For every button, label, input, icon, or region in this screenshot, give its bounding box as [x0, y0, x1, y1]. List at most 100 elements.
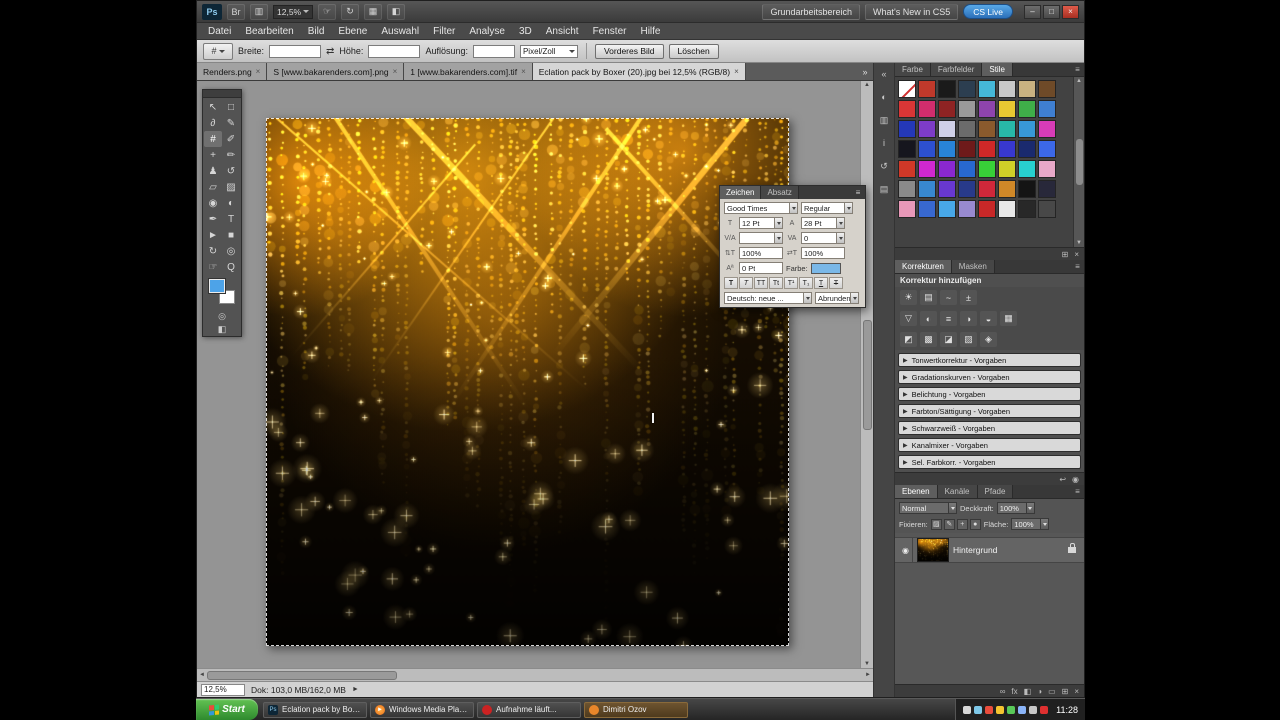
swap-dimensions-icon[interactable]: ⇄ — [326, 46, 334, 57]
scroll-down-icon[interactable]: ▼ — [1076, 240, 1082, 246]
tracking-select[interactable]: 0 — [801, 232, 845, 244]
marquee-tool[interactable]: □ — [222, 99, 240, 115]
preset-kanalmixer-vorgaben[interactable]: ▶Kanalmixer - Vorgaben — [898, 438, 1081, 452]
style-swatch-32[interactable] — [1038, 140, 1056, 158]
strikethrough-button[interactable]: T — [829, 277, 843, 289]
horizontal-scale-field[interactable]: 100% — [801, 247, 845, 259]
task-dimitri-ozov[interactable]: Dimitri Ozov — [584, 702, 688, 718]
workspace-switcher[interactable]: Grundarbeitsbereich — [762, 4, 860, 20]
width-input[interactable] — [269, 45, 321, 58]
lock-position-icon[interactable]: + — [957, 519, 968, 530]
horizontal-scrollbar[interactable]: ◄ ► — [197, 668, 873, 681]
menu-bild[interactable]: Bild — [301, 25, 332, 38]
style-swatch-1[interactable] — [898, 80, 916, 98]
return-arrow-icon[interactable]: ↩ — [1059, 475, 1066, 484]
language-select[interactable]: Deutsch: neue ... — [724, 292, 812, 304]
history-panel-icon[interactable]: ↺ — [876, 159, 892, 173]
panel-toggle-icon[interactable]: ◉ — [1072, 475, 1079, 484]
front-image-button[interactable]: Vorderes Bild — [595, 44, 664, 59]
leading-select[interactable]: 28 Pt — [801, 217, 845, 229]
menu-ebene[interactable]: Ebene — [331, 25, 374, 38]
faux-bold-button[interactable]: T — [724, 277, 738, 289]
style-swatch-45[interactable] — [978, 180, 996, 198]
color-panel-icon[interactable]: ◐ — [876, 90, 892, 104]
style-swatch-21[interactable] — [978, 120, 996, 138]
vertical-scale-field[interactable]: 100% — [739, 247, 783, 259]
preset-schwarzweiß-vorgaben[interactable]: ▶Schwarzweiß - Vorgaben — [898, 421, 1081, 435]
tab-ebenen[interactable]: Ebenen — [895, 485, 938, 498]
style-swatch-17[interactable] — [898, 120, 916, 138]
fill-field[interactable]: 100% — [1011, 518, 1049, 530]
clone-stamp-tool[interactable]: ♟ — [204, 163, 222, 179]
menu-fenster[interactable]: Fenster — [586, 25, 634, 38]
blend-mode-select[interactable]: Normal — [899, 502, 957, 514]
layer-visibility-icon[interactable]: ◉ — [899, 538, 913, 562]
invert-icon[interactable]: ◩ — [900, 332, 917, 347]
tray-update-icon[interactable] — [996, 706, 1004, 714]
style-swatch-27[interactable] — [938, 140, 956, 158]
layer-row-hintergrund[interactable]: ◉ Hintergrund — [895, 537, 1084, 563]
small-caps-button[interactable]: Tt — [769, 277, 783, 289]
styles-scrollbar[interactable]: ▲ ▼ — [1073, 77, 1084, 247]
style-swatch-19[interactable] — [938, 120, 956, 138]
style-swatch-34[interactable] — [918, 160, 936, 178]
threshold-icon[interactable]: ◪ — [940, 332, 957, 347]
preset-tonwertkorrektur-vorgaben[interactable]: ▶Tonwertkorrektur - Vorgaben — [898, 353, 1081, 367]
style-swatch-46[interactable] — [998, 180, 1016, 198]
scroll-down-icon[interactable]: ▼ — [864, 661, 870, 667]
document-canvas[interactable] — [266, 118, 789, 646]
rotate-view-icon[interactable]: ↻ — [341, 4, 359, 20]
move-tool[interactable]: ↖ — [204, 99, 222, 115]
pen-tool[interactable]: ✒ — [204, 211, 222, 227]
style-swatch-44[interactable] — [958, 180, 976, 198]
tab-overflow-icon[interactable]: » — [857, 63, 873, 80]
style-swatch-5[interactable] — [978, 80, 996, 98]
style-swatch-18[interactable] — [918, 120, 936, 138]
scroll-right-icon[interactable]: ► — [865, 672, 871, 678]
underline-button[interactable]: T — [814, 277, 828, 289]
menu-3d[interactable]: 3D — [512, 25, 539, 38]
screen-mode-icon[interactable]: ◧ — [387, 4, 405, 20]
style-swatch-55[interactable] — [1018, 200, 1036, 218]
clear-button[interactable]: Löschen — [669, 44, 719, 59]
lock-transparency-icon[interactable]: ▨ — [931, 519, 942, 530]
style-swatch-26[interactable] — [918, 140, 936, 158]
brush-tool[interactable]: ✏ — [222, 147, 240, 163]
tray-display-icon[interactable] — [1018, 706, 1026, 714]
info-panel-icon[interactable]: i — [876, 136, 892, 150]
style-swatch-6[interactable] — [998, 80, 1016, 98]
vertical-scrollbar[interactable]: ▲ ▼ — [860, 81, 873, 668]
font-style-select[interactable]: Regular — [801, 202, 853, 214]
style-swatch-33[interactable] — [898, 160, 916, 178]
menu-analyse[interactable]: Analyse — [462, 25, 512, 38]
preset-farbton-sättigung-vorgaben[interactable]: ▶Farbton/Sättigung - Vorgaben — [898, 404, 1081, 418]
document-tab-eclation-pack-by-boxer-20-jp[interactable]: Eclation pack by Boxer (20).jpg bei 12,5… — [533, 63, 746, 80]
tab-kanäle[interactable]: Kanäle — [938, 485, 978, 498]
document-tab-s-www-bakarenders-com-png[interactable]: S [www.bakarenders.com].png× — [267, 63, 404, 80]
style-swatch-53[interactable] — [978, 200, 996, 218]
channel-mixer-icon[interactable]: ▦ — [1000, 311, 1017, 326]
delete-style-icon[interactable]: × — [1074, 250, 1079, 259]
screen-mode-button[interactable]: ◧ — [203, 323, 241, 336]
menu-auswahl[interactable]: Auswahl — [374, 25, 426, 38]
photo-filter-icon[interactable]: ◒ — [980, 311, 997, 326]
scroll-left-icon[interactable]: ◄ — [199, 672, 205, 678]
foreground-color-chip[interactable] — [209, 279, 225, 293]
new-layer-icon[interactable]: ⊞ — [1062, 687, 1069, 696]
status-menu-arrow-icon[interactable]: ► — [352, 686, 359, 693]
navigator-panel-icon[interactable]: ▤ — [876, 182, 892, 196]
style-swatch-22[interactable] — [998, 120, 1016, 138]
cs-live-button[interactable]: CS Live — [963, 4, 1013, 19]
black-white-icon[interactable]: ◑ — [960, 311, 977, 326]
scroll-thumb[interactable] — [1076, 139, 1083, 185]
quick-selection-tool[interactable]: ✎ — [222, 115, 240, 131]
dodge-tool[interactable]: ◐ — [222, 195, 240, 211]
exposure-icon[interactable]: ± — [960, 290, 977, 305]
style-swatch-37[interactable] — [978, 160, 996, 178]
healing-brush-tool[interactable]: + — [204, 147, 222, 163]
style-swatch-29[interactable] — [978, 140, 996, 158]
opacity-field[interactable]: 100% — [997, 502, 1035, 514]
arrange-documents-icon[interactable]: ▦ — [364, 4, 382, 20]
status-zoom-field[interactable]: 12,5% — [201, 684, 245, 696]
style-swatch-20[interactable] — [958, 120, 976, 138]
